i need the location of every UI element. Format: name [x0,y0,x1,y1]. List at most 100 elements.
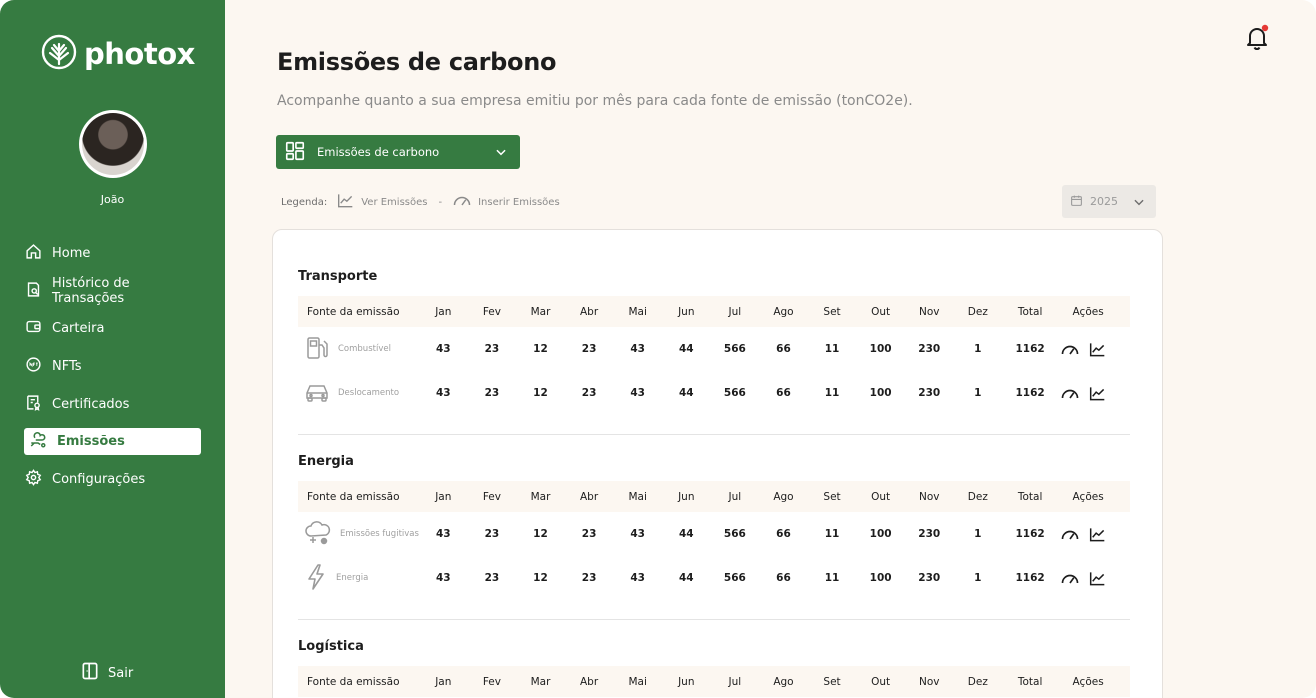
month-value: 23 [581,343,597,355]
column-header: Total [1017,490,1043,503]
column-header: Ações [1072,490,1104,503]
section-divider [298,434,1130,435]
sidebar-item-history[interactable]: Histórico de Transações [24,276,201,306]
year-select[interactable]: 2025 [1062,185,1156,218]
legend-view-label: Ver Emissões [361,196,428,208]
column-header: Nov [918,675,940,688]
gauge-icon[interactable] [1061,572,1079,585]
column-header: Dez [967,675,988,688]
column-header: Out [871,490,891,503]
column-header: Dez [967,305,988,318]
notification-button[interactable] [1243,24,1271,56]
legend: Legenda: Ver Emissões - Inserir Emissões [281,193,560,211]
home-icon [25,243,42,264]
logout-label: Sair [108,665,134,681]
lightning-icon [304,563,328,594]
logo[interactable]: photox [40,34,195,74]
sidebar-item-label: Certificados [52,396,130,412]
column-header: Jul [728,675,742,688]
month-value: 566 [723,387,746,399]
column-header: Nov [918,305,940,318]
sidebar-item-label: Configurações [52,472,146,488]
source-name: Deslocamento [338,388,400,398]
month-value: 1 [974,572,982,584]
avatar[interactable] [79,110,147,178]
year-select-value: 2025 [1090,195,1118,208]
sidebar-item-certificates[interactable]: Certificados [24,391,201,418]
month-value: 100 [869,572,892,584]
category-select[interactable]: Emissões de carbono [276,135,520,169]
column-header: Fonte da emissão [307,490,400,503]
total-value: 1162 [1015,343,1045,355]
column-header: Fev [482,305,501,318]
source-name: Energia [336,573,369,583]
column-header: Mar [530,490,551,503]
section-title: Energia [298,454,354,469]
cloud-icon [304,520,332,549]
table-header: Fonte da emissão Jan Fev Mar Abr Mai Jun Jul Ago… [298,481,1130,512]
month-value: 44 [678,387,694,399]
sidebar-item-wallet[interactable]: Carteira [24,315,201,342]
month-value: 66 [776,572,791,584]
sidebar-item-label: Home [52,246,91,261]
column-header: Set [823,675,841,688]
gauge-icon[interactable] [1061,387,1079,400]
gauge-icon[interactable] [1061,343,1079,356]
month-value: 100 [869,343,892,355]
line-chart-icon[interactable] [1089,571,1106,586]
gauge-icon[interactable] [1061,528,1079,541]
column-header: Ago [773,305,794,318]
logout-button[interactable]: Sair [80,661,133,685]
month-value: 566 [723,528,746,540]
month-value: 23 [484,572,500,584]
month-value: 23 [581,528,597,540]
month-value: 566 [723,343,746,355]
month-value: 23 [581,387,597,399]
month-value: 12 [533,528,548,540]
month-value: 43 [435,343,451,355]
sidebar-item-nfts[interactable]: NFTs [24,353,201,380]
line-chart-icon[interactable] [1089,527,1106,542]
table-section: Energia Fonte da emissão Jan Fev Mar Abr Mai Ju… [298,454,1130,620]
month-value: 44 [678,528,694,540]
column-header: Set [823,305,841,318]
sidebar-item-label: Emissões [57,434,125,450]
line-chart-icon[interactable] [1089,342,1106,357]
line-chart-icon[interactable] [1089,386,1106,401]
column-header: Abr [579,305,599,318]
logout-icon [80,661,100,685]
table-row: Deslocamento 43 23 12 23 43 44 566 66 11 100 230 1 1… [298,371,1130,415]
column-header: Ago [773,675,794,688]
page-subtitle: Acompanhe quanto a sua empresa emitiu po… [277,93,913,109]
month-value: 1 [974,387,982,399]
row-actions [1058,571,1118,586]
main-content: Emissões de carbono Acompanhe quanto a s… [225,0,1316,698]
emission-source: Combustível [298,335,419,364]
month-value: 43 [630,528,645,540]
month-value: 230 [918,343,941,355]
wallet-icon [25,318,42,339]
month-value: 1 [974,343,982,355]
month-value: 43 [435,387,451,399]
month-value: 43 [435,528,451,540]
column-header: Mar [530,305,551,318]
month-value: 66 [776,528,791,540]
row-actions [1058,527,1118,542]
month-value: 23 [484,343,500,355]
user-name: João [100,193,125,206]
category-select-value: Emissões de carbono [317,145,440,159]
sidebar-item-home[interactable]: Home [24,240,201,267]
column-header: Mai [628,490,647,503]
table-row: Energia 43 23 12 23 43 44 566 66 11 100 230 1 1162 [298,556,1130,600]
section-title: Logística [298,639,364,654]
sidebar-item-label: Carteira [52,321,105,337]
month-value: 11 [824,387,840,399]
section-title: Transporte [298,269,378,284]
column-header: Jan [435,675,452,688]
column-header: Ações [1072,305,1104,318]
calendar-icon [1070,194,1083,210]
sidebar-item-emissions[interactable]: Emissões [24,428,201,456]
brand-name: photox [84,37,195,71]
column-header: Jan [435,490,452,503]
sidebar-item-settings[interactable]: Configurações [24,466,201,493]
